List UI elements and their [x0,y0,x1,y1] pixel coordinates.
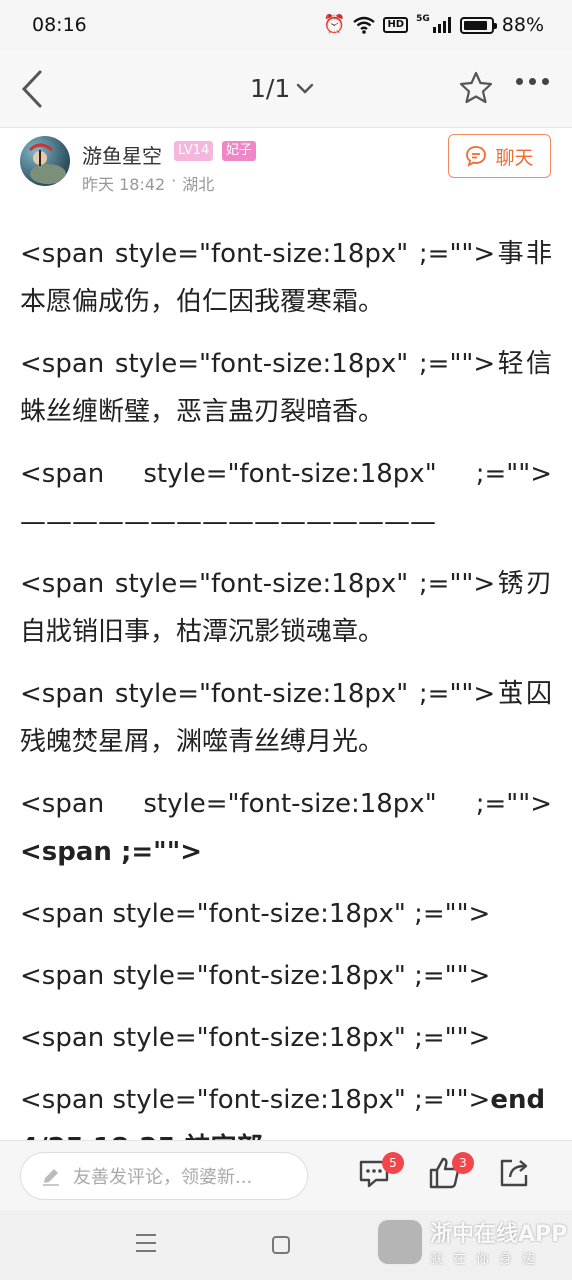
battery-fill [463,20,487,30]
post-paragraph: <span style="font-size:18px" ;=""> [20,961,491,991]
like-button[interactable]: 3 [426,1152,474,1195]
back-arrow-icon [21,70,42,108]
battery-icon [459,16,497,34]
signal-icon [432,17,451,33]
comment-input[interactable]: 友善发评论，领婆新... [20,1152,308,1200]
chevron-down-icon [297,83,314,94]
post-paragraph: <span style="font-size:18px" ;=""> [20,1023,491,1053]
text-fragment: <span style="font-size:18px" ;=""> [20,1085,491,1115]
text-fragment: ———————————————— [20,507,436,537]
post-content: <span style="font-size:18px" ;="">事非本愿偏成… [20,230,552,1140]
watermark-title: 浙中在线APP [430,1222,568,1247]
status-icons: ⏰ HD 5G 88% [323,14,544,36]
post-meta: 昨天 18:42 · 湖北 [82,171,214,195]
text-fragment: ;=""> [475,789,552,819]
text-fragment: <span ;=""> [20,837,203,867]
text-fragment: <span [20,459,105,489]
comment-placeholder: 友善发评论，领婆新... [73,1167,253,1188]
post-paragraph: <span style="font-size:18px" ;="">轻信蛛丝缠断… [20,349,552,427]
alarm-icon: ⏰ [323,14,346,35]
page-indicator-text: 1/1 [250,74,291,103]
avatar[interactable] [20,136,70,186]
text-fragment: 4/25 18:25 神宫部 [20,1124,552,1140]
post-time: 昨天 18:42 [82,175,166,194]
post-paragraph: <span style="font-size:18px" ;=""> —————… [20,450,552,546]
back-button[interactable] [12,68,52,110]
hd-icon: HD [383,17,409,33]
comment-count-badge: 5 [382,1152,404,1174]
post-paragraph: <span style="font-size:18px" ;="">end 4/… [20,1076,552,1140]
like-count-badge: 3 [452,1152,474,1174]
share-icon [500,1159,528,1187]
chat-bubble-icon [466,146,487,167]
menu-key-button[interactable] [136,1234,156,1258]
comments-button[interactable]: 5 [356,1152,404,1195]
post-location: 湖北 [182,175,215,194]
post-paragraph: <span style="font-size:18px" ;="">茧囚残魄焚星… [20,679,552,757]
watermark-subtitle: 就在你身边 [430,1252,546,1267]
chat-button[interactable]: 聊天 [448,134,551,178]
battery-percent: 88% [501,14,544,36]
bottom-action-bar: 友善发评论，领婆新... 5 3 [0,1140,572,1210]
post-paragraph: <span style="font-size:18px" ;=""> <span… [20,780,552,876]
top-nav-bar: 1/1 [0,50,572,128]
author-header: 游鱼星空 LV14 妃子 昨天 18:42 · 湖北 聊天 [0,128,572,200]
post-paragraph: <span style="font-size:18px" ;="">锈刃自戕销旧… [20,569,552,647]
favorite-star-icon[interactable] [458,70,494,106]
more-options-button[interactable] [516,78,549,85]
title-badge: 妃子 [222,141,257,161]
text-fragment: style="font-size:18px" [143,789,437,819]
status-bar: 08:16 ⏰ HD 5G 88% [0,0,572,50]
text-fragment: ;=""> [475,459,552,489]
page-selector[interactable]: 1/1 [250,74,314,103]
meta-separator: · [171,171,177,190]
level-badge: LV14 [174,141,214,161]
wifi-icon [353,16,376,34]
chat-label: 聊天 [495,146,534,169]
share-button[interactable] [496,1155,536,1195]
text-fragment: end [490,1085,546,1115]
text-fragment: <span [20,789,105,819]
network-type: 5G [416,13,430,24]
author-name[interactable]: 游鱼星空 [82,140,162,169]
pencil-icon [43,1169,59,1186]
post-paragraph: <span style="font-size:18px" ;="">事非本愿偏成… [20,239,552,317]
watermark: 浙中在线APP 就在你身边 [376,1216,567,1267]
text-fragment: style="font-size:18px" [143,459,437,489]
post-paragraph: <span style="font-size:18px" ;=""> [20,899,491,929]
status-time: 08:16 [32,14,87,36]
watermark-logo-icon [376,1217,424,1266]
home-key-button[interactable] [272,1236,290,1254]
